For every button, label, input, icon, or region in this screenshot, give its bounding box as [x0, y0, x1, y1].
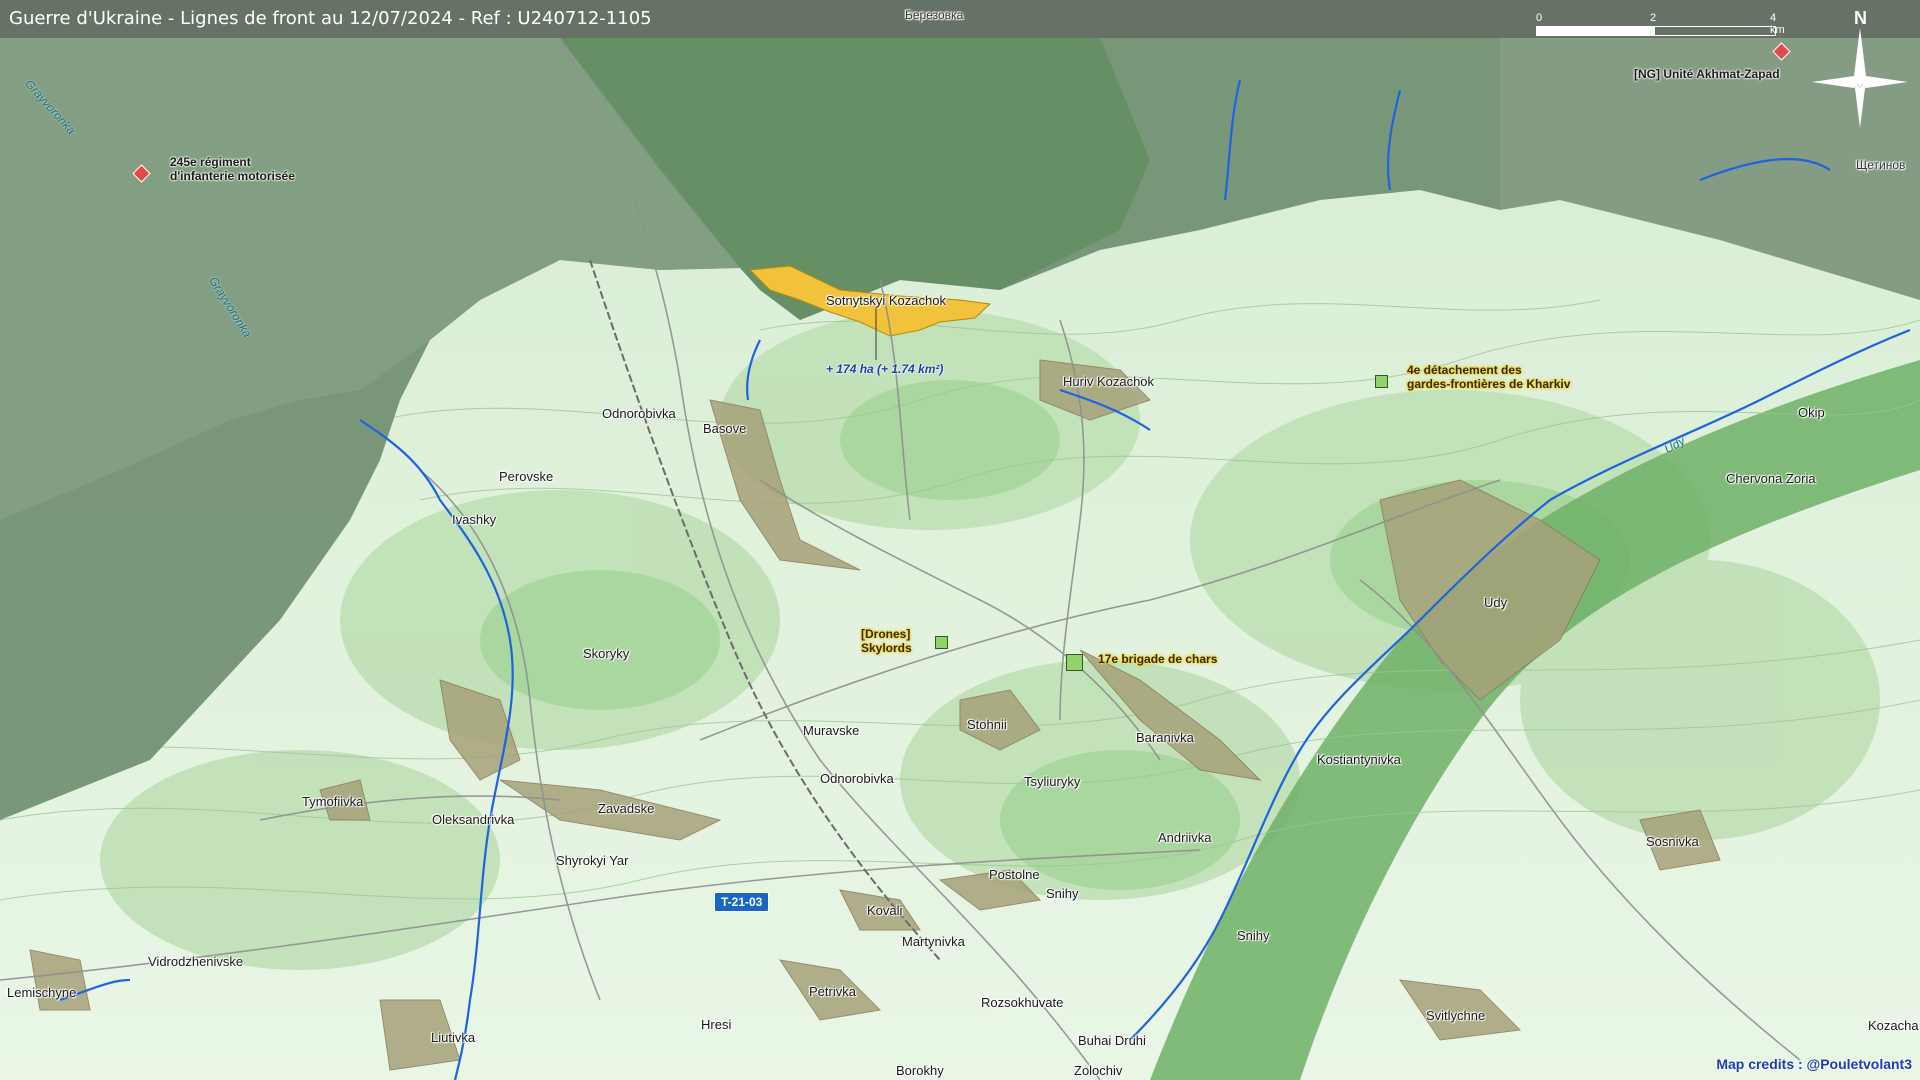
settlement-label: Petrivka [809, 984, 856, 999]
territory-gain-label: + 174 ha (+ 1.74 km²) [826, 362, 944, 376]
settlement-label: Oleksandrivka [432, 812, 515, 827]
settlement-label: Muravske [803, 723, 860, 738]
settlement-label: Andriivka [1158, 830, 1212, 845]
unit-label: 245e régiment d'infanterie motorisée [170, 155, 295, 183]
settlement-label: Udy [1484, 595, 1508, 610]
map-credits: Map credits : @Pouletvolant3 [1716, 1056, 1912, 1072]
settlement-label: Sosnivka [1646, 834, 1699, 849]
scale-bar-segment [1536, 26, 1654, 36]
map-canvas[interactable]: Guerre d'Ukraine - Lignes de front au 12… [0, 0, 1920, 1080]
settlement-label: Stohnii [967, 717, 1007, 732]
settlement-label: Sotnytskyi Kozachok [826, 293, 946, 308]
settlement-label: Kovali [867, 903, 903, 918]
settlement-label: Basove [703, 421, 747, 436]
settlement-label: Buhai Druhi [1078, 1033, 1146, 1048]
page-title: Guerre d'Ukraine - Lignes de front au 12… [9, 8, 652, 29]
scale-tick-0: 0 [1536, 12, 1543, 24]
settlement-label: Borokhy [896, 1063, 944, 1078]
settlement-label: Martynivka [902, 934, 965, 949]
settlement-label: Huriv Kozachok [1063, 374, 1155, 389]
settlement-label: Perovske [499, 469, 554, 484]
scale-bar-segment [1654, 26, 1776, 36]
settlement-label: Odnorobivka [820, 771, 894, 786]
unit-label: [Drones] Skylords [861, 627, 912, 655]
settlement-label: Vidrodzhenivske [148, 954, 244, 969]
settlement-label: Liutivka [431, 1030, 476, 1045]
unit-label: 4e détachement des gardes-frontières de … [1407, 363, 1571, 391]
settlement-label: Chervona Zoria [1726, 471, 1816, 486]
settlement-label: Rozsokhuvate [981, 995, 1064, 1010]
ua-unit-icon[interactable] [1066, 654, 1083, 671]
settlement-label: Kozacha [1868, 1018, 1919, 1033]
settlement-label: Kostiantynivka [1317, 752, 1401, 767]
settlement-label: Tsyliuryky [1024, 774, 1081, 789]
settlement-label: Ivashky [452, 512, 497, 527]
settlement-label: Zavadske [598, 801, 655, 816]
settlement-label: Odnorobivka [602, 406, 676, 421]
unit-label: [NG] Unité Akhmat-Zapad [1634, 67, 1780, 81]
settlement-label: Щетинов [1856, 158, 1906, 172]
settlement-label: Hresi [701, 1017, 732, 1032]
compass-rose-icon: N [1812, 8, 1912, 128]
settlement-label: Baranivka [1136, 730, 1194, 745]
scale-tick-2: 2 [1650, 12, 1657, 24]
scale-bar: 0 2 4 km [1536, 12, 1785, 38]
ua-unit-icon[interactable] [935, 636, 948, 649]
settlement-label: Snihy [1237, 928, 1270, 943]
settlement-label: Tymofiivka [302, 794, 364, 809]
settlement-label: Snihy [1046, 886, 1079, 901]
ua-unit-icon[interactable] [1375, 375, 1388, 388]
settlement-label: Skoryky [583, 646, 630, 661]
road-badge: T-21-03 [714, 892, 770, 912]
settlement-label: Okip [1798, 405, 1825, 420]
settlement-label: Shyrokyi Yar [556, 853, 629, 868]
settlement-label: Svitlychne [1426, 1008, 1486, 1023]
settlement-label: Zolochiv [1074, 1063, 1123, 1078]
settlement-label: Березовка [905, 8, 964, 22]
settlement-label: Lemischyne [7, 985, 77, 1000]
settlement-label: Postolne [989, 867, 1040, 882]
unit-label: 17e brigade de chars [1098, 652, 1218, 666]
